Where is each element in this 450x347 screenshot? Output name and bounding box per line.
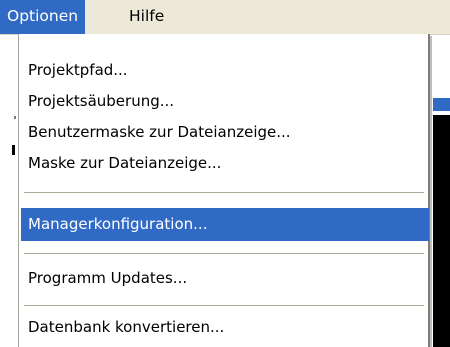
menu-separator <box>24 305 424 306</box>
background-window-selection <box>433 98 450 111</box>
menubar: Optionen Hilfe <box>0 0 450 35</box>
menu-item-managerkonfiguration[interactable]: Managerkonfiguration... <box>21 208 429 241</box>
background-window-mark <box>14 116 16 119</box>
menu-hilfe[interactable]: Hilfe <box>122 0 171 34</box>
menu-item-maske-dateianzeige[interactable]: Maske zur Dateianzeige... <box>21 147 429 180</box>
background-window-mark <box>12 145 15 155</box>
menu-item-projektsaeuberung[interactable]: Projektsäuberung... <box>21 85 429 118</box>
menu-separator <box>24 192 424 193</box>
menu-item-benutzermaske[interactable]: Benutzermaske zur Dateianzeige... <box>21 116 429 149</box>
menu-item-projektpfad[interactable]: Projektpfad... <box>21 54 429 87</box>
optionen-dropdown-menu: Projektpfad... Projektsäuberung... Benut… <box>18 34 430 347</box>
background-window-dark-panel <box>433 115 450 347</box>
menu-item-programm-updates[interactable]: Programm Updates... <box>21 262 429 295</box>
menu-item-datenbank-konvertieren[interactable]: Datenbank konvertieren... <box>21 311 429 344</box>
menu-separator <box>24 253 424 254</box>
menu-optionen[interactable]: Optionen <box>0 0 86 34</box>
background-window-left <box>0 34 18 347</box>
